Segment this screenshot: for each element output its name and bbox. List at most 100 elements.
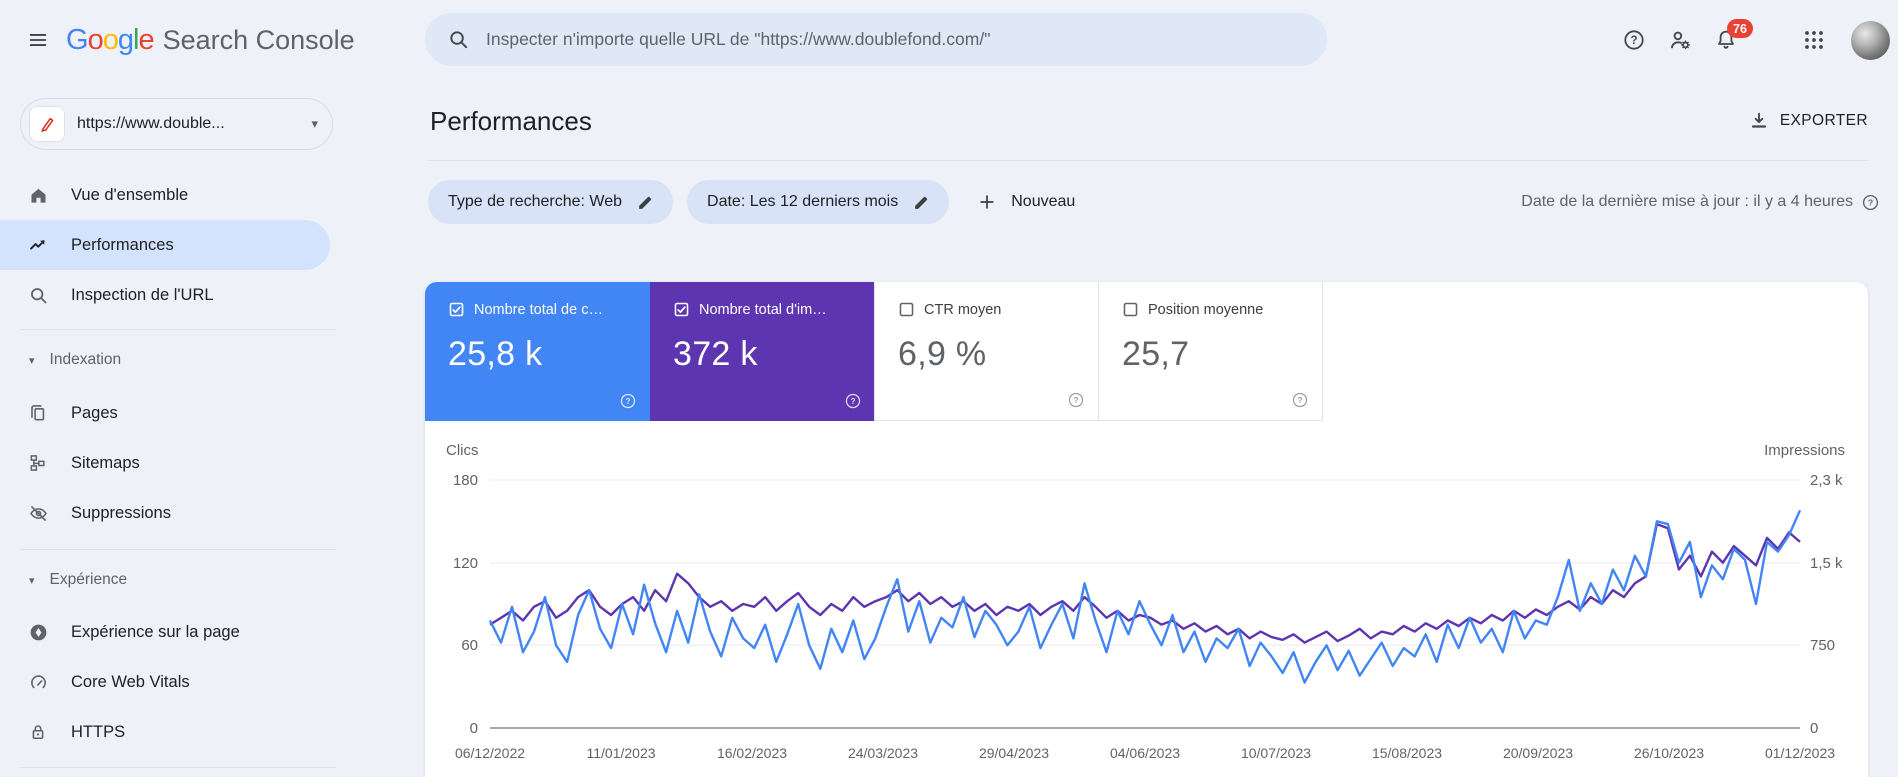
- section-experience[interactable]: ▾ Expérience: [0, 563, 356, 597]
- sidebar-item-pages[interactable]: Pages: [0, 388, 330, 438]
- x-tick: 29/04/2023: [978, 745, 1050, 761]
- svg-text:?: ?: [1868, 197, 1873, 207]
- performance-card: Nombre total de c… 25,8 k ? Nombre total…: [425, 282, 1868, 777]
- left-axis-title: Clics: [446, 442, 479, 459]
- sidebar: https://www.double... ▾ Vue d'ensemble P…: [0, 80, 356, 777]
- sidebar-item-vue-densemble[interactable]: Vue d'ensemble: [0, 170, 330, 220]
- property-label: https://www.double...: [77, 115, 225, 132]
- help-button[interactable]: ?: [1611, 17, 1657, 63]
- main-content: Performances EXPORTER Type de recherche:…: [425, 80, 1898, 777]
- app-title: Search Console: [162, 24, 355, 55]
- sidebar-indexation-nav: Pages Sitemaps Suppressions: [0, 388, 356, 538]
- export-button[interactable]: EXPORTER: [1748, 110, 1868, 132]
- metric-label: Nombre total de c…: [474, 301, 603, 318]
- sidebar-item-experience-page[interactable]: Expérience sur la page: [0, 607, 330, 657]
- filter-chip-search-type[interactable]: Type de recherche: Web: [428, 180, 674, 224]
- checkbox-unchecked-icon[interactable]: [898, 301, 915, 318]
- help-icon[interactable]: ?: [1067, 391, 1085, 409]
- sidebar-item-suppressions[interactable]: Suppressions: [0, 488, 330, 538]
- manage-users-button[interactable]: [1657, 17, 1703, 63]
- metric-value: 25,7: [1122, 335, 1190, 373]
- right-axis-title: Impressions: [1764, 442, 1845, 459]
- sidebar-item-label: Vue d'ensemble: [71, 185, 189, 204]
- apps-grid-button[interactable]: [1791, 17, 1837, 63]
- checkbox-checked-icon[interactable]: [448, 301, 465, 318]
- avatar[interactable]: [1851, 20, 1890, 60]
- sidebar-item-sitemaps[interactable]: Sitemaps: [0, 438, 330, 488]
- metric-tiles: Nombre total de c… 25,8 k ? Nombre total…: [425, 282, 1868, 421]
- logo-letter: G: [66, 23, 89, 56]
- svg-text:?: ?: [1073, 396, 1078, 405]
- property-selector[interactable]: https://www.double... ▾: [20, 98, 333, 150]
- filters-row: Type de recherche: Web Date: Les 12 dern…: [428, 180, 1880, 224]
- help-icon[interactable]: ?: [1291, 391, 1309, 409]
- clicks-line: [488, 509, 1802, 684]
- x-tick: 24/03/2023: [847, 745, 919, 761]
- url-inspect-searchbar[interactable]: [425, 13, 1327, 66]
- help-icon[interactable]: ?: [1861, 193, 1880, 212]
- help-icon[interactable]: ?: [844, 392, 862, 410]
- metric-tile-ctr[interactable]: CTR moyen 6,9 % ?: [874, 282, 1099, 421]
- notifications-button[interactable]: 76: [1703, 17, 1753, 63]
- filter-label: Type de recherche: Web: [448, 193, 623, 210]
- menu-button[interactable]: [14, 16, 62, 64]
- left-tick: 60: [461, 637, 478, 654]
- section-title: Indexation: [49, 351, 122, 368]
- x-tick: 06/12/2022: [454, 745, 526, 761]
- section-indexation[interactable]: ▾ Indexation: [0, 343, 356, 377]
- sidebar-divider: [20, 329, 336, 330]
- filter-chip-date[interactable]: Date: Les 12 derniers mois: [687, 180, 950, 224]
- apps-grid-icon: [1805, 31, 1823, 49]
- search-input[interactable]: [486, 29, 1305, 50]
- google-logo: Google: [66, 23, 155, 57]
- new-filter-button[interactable]: Nouveau: [963, 180, 1089, 224]
- metric-value: 372 k: [673, 335, 758, 373]
- checkbox-unchecked-icon[interactable]: [1122, 301, 1139, 318]
- left-tick: 0: [469, 720, 478, 737]
- sidebar-item-label: Core Web Vitals: [71, 672, 190, 691]
- checkbox-checked-icon[interactable]: [673, 301, 690, 318]
- sidebar-divider: [20, 549, 336, 550]
- sidebar-item-https[interactable]: HTTPS: [0, 707, 330, 757]
- logo-letter: e: [138, 23, 154, 56]
- metric-tile-position[interactable]: Position moyenne 25,7 ?: [1098, 282, 1323, 421]
- topbar-actions: ? 76: [1611, 0, 1890, 80]
- trend-icon: [27, 234, 49, 256]
- page-title: Performances: [430, 105, 592, 136]
- edit-pencil-icon: [639, 196, 652, 209]
- right-tick: 750: [1810, 637, 1836, 654]
- search-icon: [450, 31, 468, 49]
- sidebar-item-label: Performances: [71, 235, 174, 254]
- sidebar-item-label: Inspection de l'URL: [71, 285, 214, 304]
- left-tick: 180: [452, 472, 478, 489]
- last-update-note: Date de la dernière mise à jour : il y a…: [1521, 180, 1880, 224]
- sidebar-item-label: Sitemaps: [71, 453, 140, 472]
- menu-icon: [29, 34, 47, 46]
- notification-badge: 76: [1727, 19, 1753, 38]
- metric-tile-impressions[interactable]: Nombre total d'im… 372 k ?: [650, 282, 875, 421]
- x-tick: 16/02/2023: [716, 745, 788, 761]
- logo-letter: o: [102, 23, 119, 56]
- manage-users-icon: [1670, 31, 1690, 49]
- help-icon[interactable]: ?: [619, 392, 637, 410]
- home-icon: [27, 184, 49, 206]
- page-experience-icon: [27, 621, 49, 643]
- sidebar-item-inspection-url[interactable]: Inspection de l'URL: [0, 270, 330, 320]
- edit-pencil-icon: [915, 196, 928, 209]
- x-tick: 20/09/2023: [1502, 745, 1574, 761]
- last-update-text: Date de la dernière mise à jour : il y a…: [1521, 193, 1853, 210]
- sidebar-item-core-web-vitals[interactable]: Core Web Vitals: [0, 657, 330, 707]
- metric-value: 25,8 k: [448, 335, 543, 373]
- app-logo[interactable]: Google Search Console: [66, 24, 355, 57]
- left-tick: 120: [452, 555, 478, 572]
- sidebar-divider: [20, 767, 336, 768]
- metric-value: 6,9 %: [898, 335, 987, 373]
- metric-tile-clicks[interactable]: Nombre total de c… 25,8 k ?: [425, 282, 650, 421]
- help-icon: ?: [1624, 30, 1644, 50]
- x-tick: 04/06/2023: [1109, 745, 1181, 761]
- metric-label: Position moyenne: [1148, 301, 1264, 318]
- sidebar-item-performances[interactable]: Performances: [0, 220, 330, 270]
- metric-label: CTR moyen: [924, 301, 1002, 318]
- right-tick: 2,3 k: [1810, 472, 1843, 489]
- speedometer-icon: [27, 671, 49, 693]
